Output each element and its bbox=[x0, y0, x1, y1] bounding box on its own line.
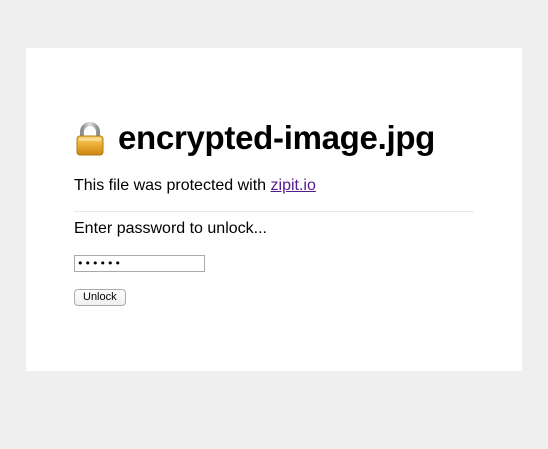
lock-icon bbox=[76, 122, 104, 156]
protection-info: This file was protected with zipit.io bbox=[74, 176, 316, 196]
divider bbox=[74, 211, 474, 212]
protection-info-text: This file was protected with bbox=[74, 177, 271, 194]
password-prompt: Enter password to unlock... bbox=[74, 220, 267, 237]
zipit-link[interactable]: zipit.io bbox=[271, 177, 316, 194]
page-title: encrypted-image.jpg bbox=[118, 119, 436, 156]
unlock-card: encrypted-image.jpg This file was protec… bbox=[26, 48, 522, 371]
title-row: encrypted-image.jpg bbox=[76, 118, 435, 158]
password-input[interactable] bbox=[74, 255, 205, 272]
unlock-button[interactable]: Unlock bbox=[74, 289, 126, 306]
